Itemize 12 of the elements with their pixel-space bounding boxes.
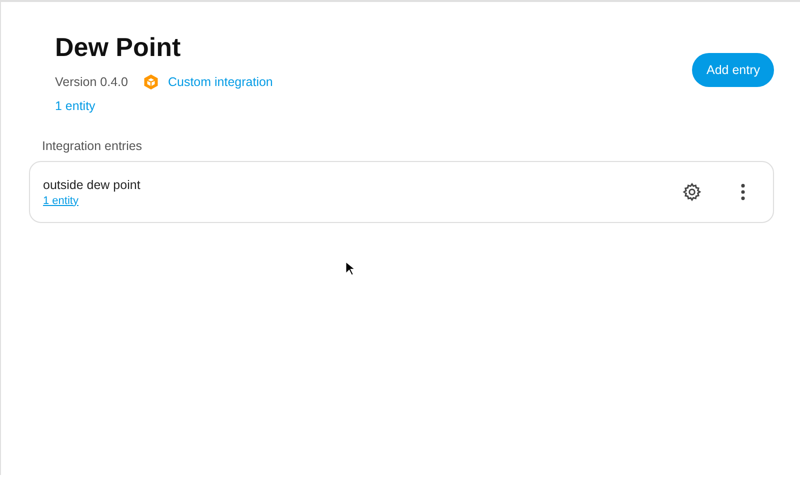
version-text: Version 0.4.0 [55, 75, 128, 89]
entry-name: outside dew point [43, 178, 142, 192]
custom-integration-link[interactable]: Custom integration [168, 75, 273, 89]
integration-title: Dew Point [55, 32, 182, 63]
more-icon[interactable] [740, 183, 746, 201]
add-entry-button[interactable]: Add entry [692, 53, 774, 87]
entity-link[interactable]: 1 entity [55, 99, 96, 113]
section-heading: Integration entries [42, 139, 144, 153]
box-icon [142, 73, 160, 91]
pointer-icon [345, 261, 355, 276]
settings-icon[interactable] [682, 182, 702, 202]
entity-link[interactable]: 1 entity [43, 194, 78, 206]
